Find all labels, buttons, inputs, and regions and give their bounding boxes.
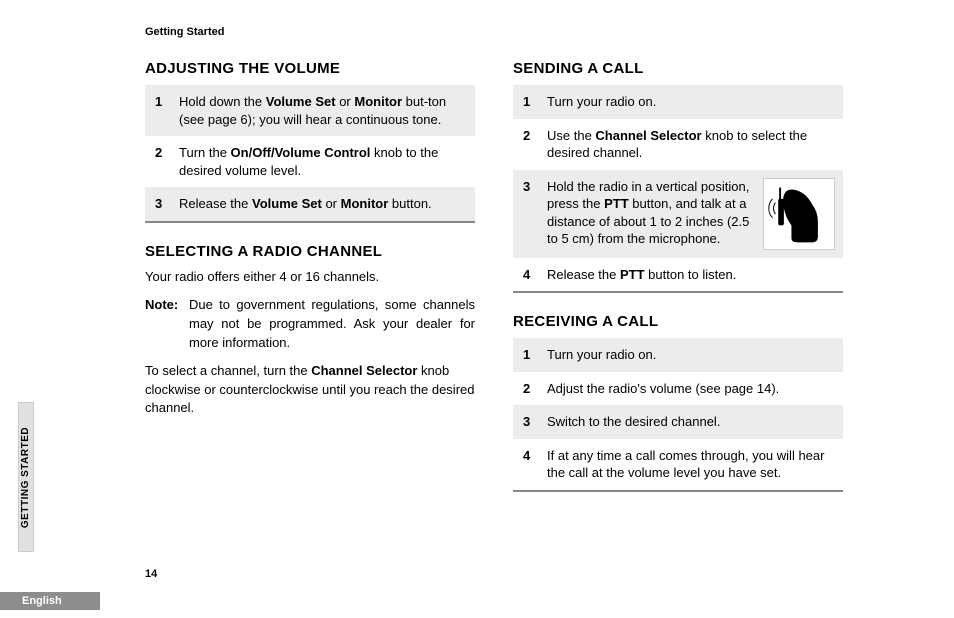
section-title-channel: SELECTING A RADIO CHANNEL — [145, 243, 475, 260]
step-row: 1 Hold down the Volume Set or Monitor bu… — [145, 85, 475, 136]
note-body: Due to government regulations, some chan… — [189, 296, 475, 353]
step-row: 1 Turn your radio on. — [513, 85, 843, 119]
columns: ADJUSTING THE VOLUME 1 Hold down the Vol… — [145, 56, 845, 512]
step-text: If at any time a call comes through, you… — [547, 447, 835, 482]
step-row: 2 Turn the On/Off/Volume Control knob to… — [145, 136, 475, 187]
side-tab-label: GETTING STARTED — [21, 426, 32, 527]
step-text: Switch to the desired channel. — [547, 413, 835, 431]
language-bar: English — [0, 592, 100, 610]
radio-talk-icon — [763, 178, 835, 250]
step-row: 2 Adjust the radio's volume (see page 14… — [513, 372, 843, 406]
page-body: Getting Started ADJUSTING THE VOLUME 1 H… — [145, 26, 845, 512]
step-row: 3 Switch to the desired channel. — [513, 405, 843, 439]
step-text: Hold down the Volume Set or Monitor but-… — [179, 93, 467, 128]
step-text: Use the Channel Selector knob to select … — [547, 127, 835, 162]
side-tab: GETTING STARTED — [18, 402, 34, 552]
step-row: 4 Release the PTT button to listen. — [513, 258, 843, 292]
step-row: 4 If at any time a call comes through, y… — [513, 439, 843, 490]
channel-intro: Your radio offers either 4 or 16 channel… — [145, 268, 475, 286]
step-row: 1 Turn your radio on. — [513, 338, 843, 372]
step-text: Turn your radio on. — [547, 346, 835, 364]
step-text: Adjust the radio's volume (see page 14). — [547, 380, 835, 398]
step-number: 1 — [523, 93, 547, 111]
step-row: 2 Use the Channel Selector knob to selec… — [513, 119, 843, 170]
left-column: ADJUSTING THE VOLUME 1 Hold down the Vol… — [145, 56, 475, 512]
note: Note: Due to government regulations, som… — [145, 296, 475, 353]
step-text: Turn your radio on. — [547, 93, 835, 111]
step-number: 1 — [523, 346, 547, 364]
step-number: 4 — [523, 266, 547, 284]
page-number: 14 — [145, 568, 157, 580]
channel-howto: To select a channel, turn the Channel Se… — [145, 362, 475, 417]
step-text: Turn the On/Off/Volume Control knob to t… — [179, 144, 467, 179]
section-title-volume: ADJUSTING THE VOLUME — [145, 60, 475, 77]
page-header: Getting Started — [145, 26, 845, 38]
step-number: 3 — [523, 413, 547, 431]
step-text: Release the Volume Set or Monitor button… — [179, 195, 467, 213]
step-number: 2 — [523, 380, 547, 398]
step-number: 2 — [155, 144, 179, 179]
step-number: 2 — [523, 127, 547, 162]
sending-steps: 1 Turn your radio on. 2 Use the Channel … — [513, 85, 843, 293]
note-label: Note: — [145, 296, 189, 353]
step-row: 3 Hold the radio in a vertical position,… — [513, 170, 843, 258]
receiving-steps: 1 Turn your radio on. 2 Adjust the radio… — [513, 338, 843, 492]
step-number: 3 — [155, 195, 179, 213]
step-row: 3 Release the Volume Set or Monitor butt… — [145, 187, 475, 221]
step-text: Release the PTT button to listen. — [547, 266, 835, 284]
step-number: 1 — [155, 93, 179, 128]
step-number: 3 — [523, 178, 547, 250]
right-column: SENDING A CALL 1 Turn your radio on. 2 U… — [513, 56, 843, 512]
section-title-receiving: RECEIVING A CALL — [513, 313, 843, 330]
step-number: 4 — [523, 447, 547, 482]
section-title-sending: SENDING A CALL — [513, 60, 843, 77]
language-label: English — [22, 595, 62, 607]
volume-steps: 1 Hold down the Volume Set or Monitor bu… — [145, 85, 475, 223]
step-text: Hold the radio in a vertical position, p… — [547, 178, 755, 250]
